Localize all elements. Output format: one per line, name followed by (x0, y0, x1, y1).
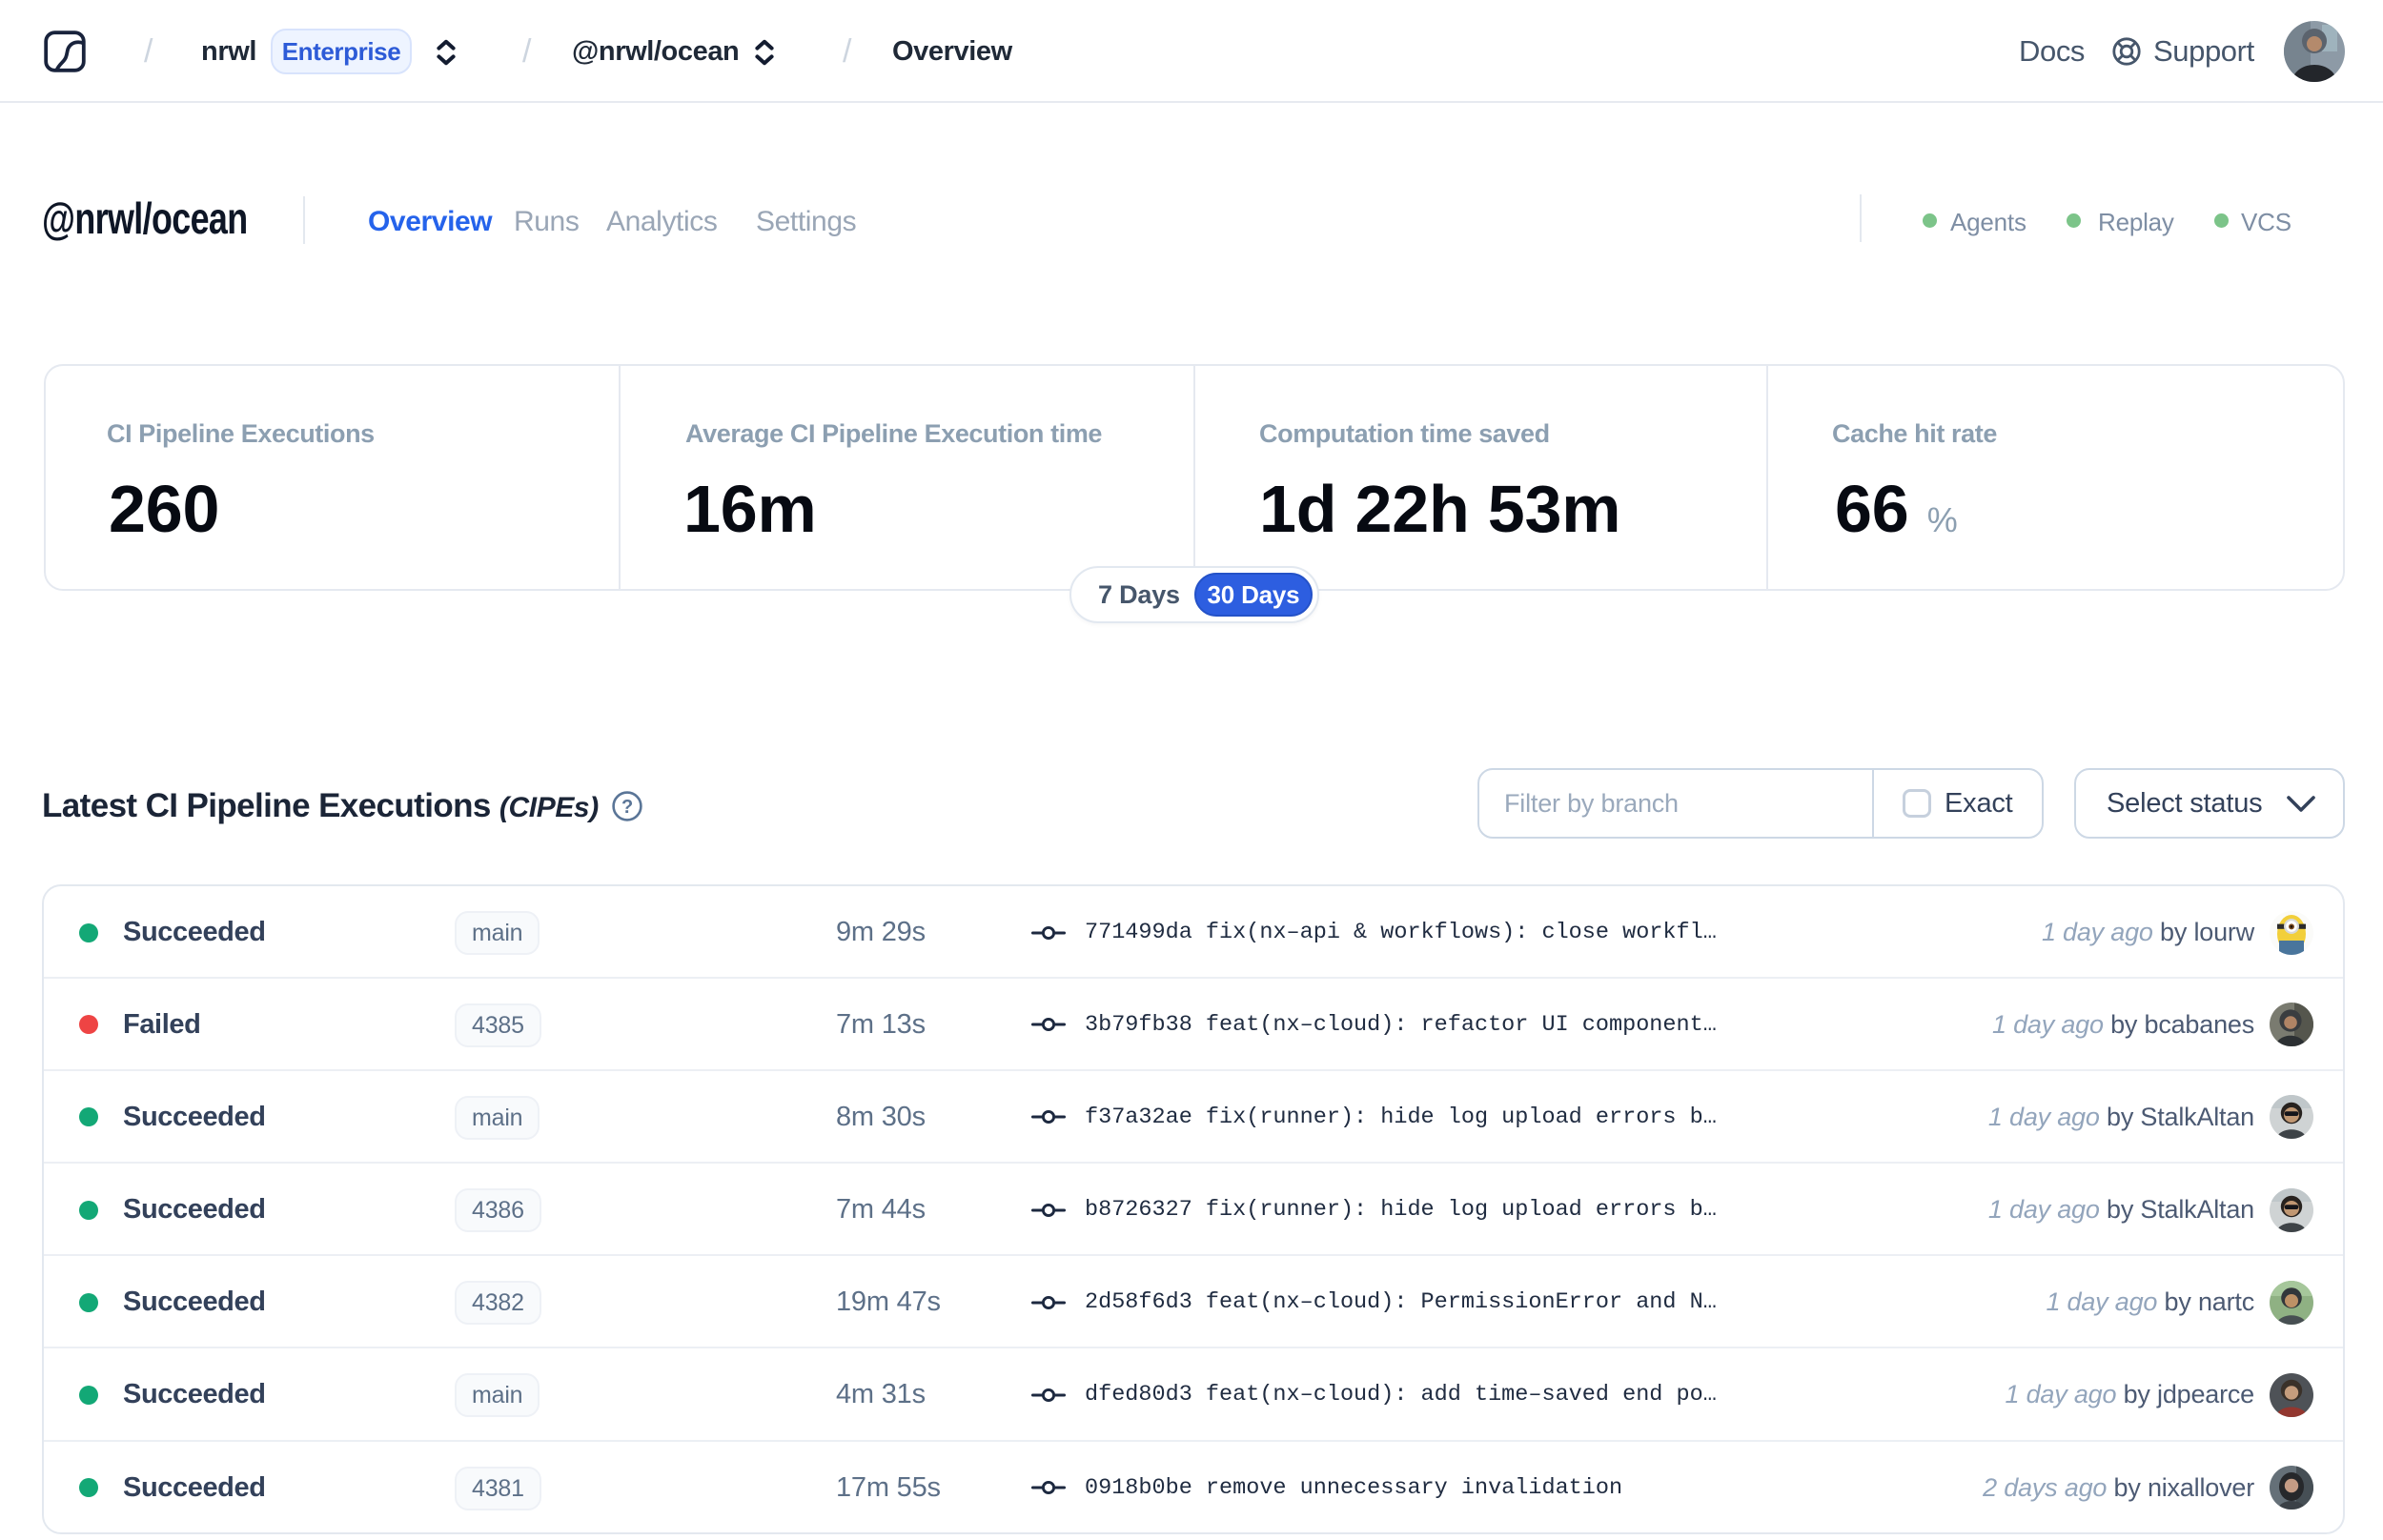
svg-text:?: ? (621, 797, 633, 818)
